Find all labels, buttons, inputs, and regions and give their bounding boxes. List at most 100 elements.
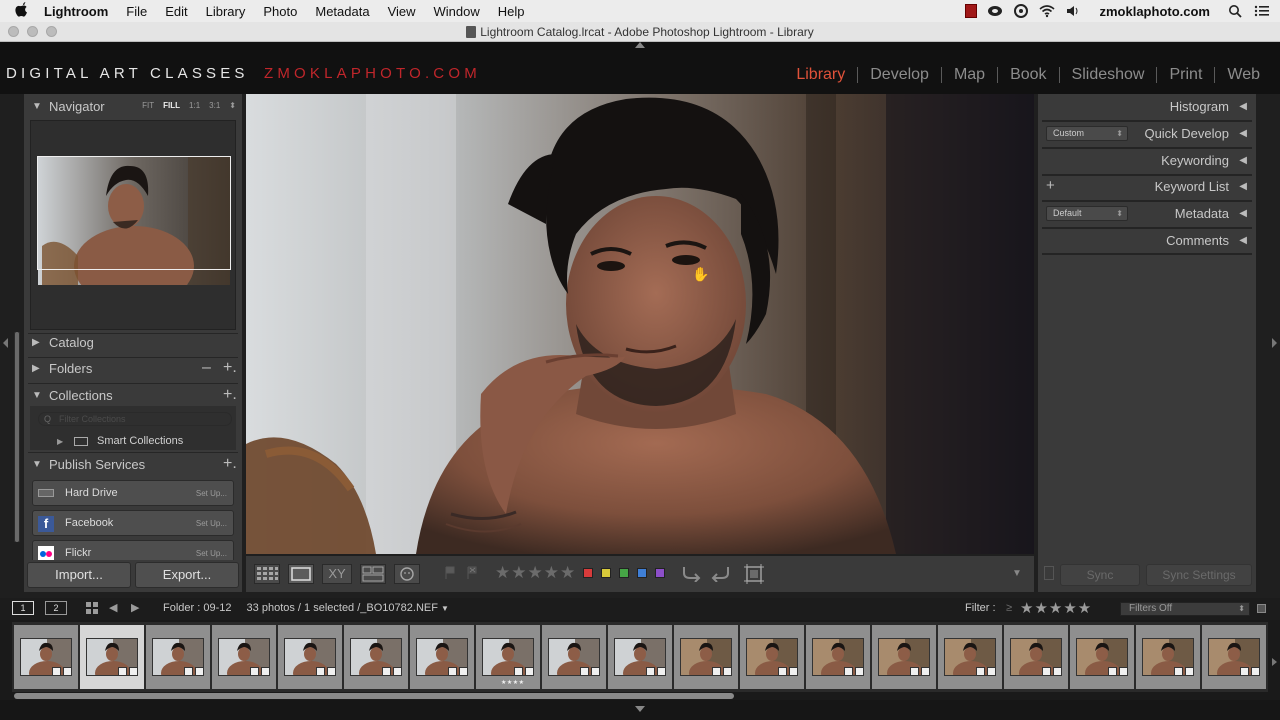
loupe-view-icon[interactable]: [288, 564, 314, 584]
zoom-1-1[interactable]: 1:1: [189, 101, 200, 110]
filmstrip-thumbnail[interactable]: [80, 625, 144, 689]
rotate-right-icon[interactable]: [710, 564, 730, 582]
color-label-blue[interactable]: [637, 568, 647, 578]
crop-overlay-icon[interactable]: [744, 564, 764, 584]
module-web[interactable]: Web: [1215, 66, 1272, 84]
keywording-header[interactable]: Keywording ◀: [1038, 148, 1256, 174]
main-photo[interactable]: [246, 94, 1034, 554]
filter-collections-input[interactable]: Q Filter Collections: [38, 412, 232, 426]
filmstrip-thumbnail[interactable]: [212, 625, 276, 689]
publish-setup-link[interactable]: Set Up...: [196, 549, 227, 558]
next-photo-icon[interactable]: ▶: [131, 601, 139, 614]
filmstrip-thumbnail[interactable]: [1070, 625, 1134, 689]
export-button[interactable]: Export...: [135, 562, 239, 588]
primary-monitor-button[interactable]: 1: [12, 601, 34, 615]
rotate-left-icon[interactable]: [682, 564, 702, 582]
previous-photo-icon[interactable]: ◀: [109, 601, 117, 614]
secondary-monitor-button[interactable]: 2: [45, 601, 67, 615]
grid-view-icon[interactable]: [254, 564, 280, 584]
sync-toggle-switch[interactable]: [1044, 566, 1054, 580]
grid-view-icon[interactable]: [86, 602, 99, 618]
quick-develop-preset-select[interactable]: Custom ⬍: [1046, 126, 1128, 141]
left-panel-toggle-icon[interactable]: [3, 338, 8, 348]
zoom-stepper-icon[interactable]: ⬍: [229, 101, 236, 110]
filmstrip-thumbnail[interactable]: [872, 625, 936, 689]
folders-header[interactable]: ▶ Folders – +.: [24, 356, 242, 382]
record-icon[interactable]: [965, 4, 978, 18]
filmstrip-thumbnail[interactable]: [740, 625, 804, 689]
spotlight-search-icon[interactable]: [1228, 4, 1244, 18]
filmstrip-thumbnail[interactable]: [608, 625, 672, 689]
menu-library[interactable]: Library: [197, 4, 255, 19]
filmstrip-thumbnail[interactable]: [1004, 625, 1068, 689]
module-book[interactable]: Book: [998, 66, 1058, 84]
right-panel-toggle-icon[interactable]: [1272, 338, 1277, 348]
filmstrip-thumbnail[interactable]: [1202, 625, 1266, 689]
publish-service-hard-drive[interactable]: Hard Drive Set Up...: [32, 480, 234, 506]
menu-file[interactable]: File: [117, 4, 156, 19]
module-develop[interactable]: Develop: [858, 66, 941, 84]
compare-view-icon[interactable]: XY: [322, 564, 352, 584]
filmstrip-thumbnail[interactable]: [1136, 625, 1200, 689]
left-panel-scrollbar[interactable]: [14, 332, 20, 542]
navigator-view-frame[interactable]: [37, 156, 231, 270]
notification-center-icon[interactable]: [1254, 4, 1270, 18]
sync-settings-button[interactable]: Sync Settings: [1146, 564, 1252, 586]
zoom-3-1[interactable]: 3:1: [209, 101, 220, 110]
people-view-icon[interactable]: [394, 564, 420, 584]
filmstrip-thumbnail[interactable]: [410, 625, 474, 689]
flag-reject-icon[interactable]: [466, 566, 478, 580]
quick-develop-header[interactable]: Custom ⬍ Quick Develop ◀: [1038, 121, 1256, 147]
volume-icon[interactable]: [1065, 4, 1081, 18]
filmstrip-thumbnail[interactable]: [146, 625, 210, 689]
filter-lock-icon[interactable]: [1257, 604, 1266, 613]
color-label-yellow[interactable]: [601, 568, 611, 578]
menu-site-name[interactable]: zmoklaphoto.com: [1091, 4, 1218, 19]
filmstrip-thumbnail[interactable]: [542, 625, 606, 689]
add-publish-service-button[interactable]: +.: [223, 455, 237, 473]
sync-button[interactable]: Sync: [1060, 564, 1140, 586]
menu-metadata[interactable]: Metadata: [306, 4, 378, 19]
publish-service-facebook[interactable]: f Facebook Set Up...: [32, 510, 234, 536]
loupe-view[interactable]: ✋: [246, 94, 1034, 554]
top-panel-toggle-icon[interactable]: [635, 42, 645, 48]
zoom-fit[interactable]: FIT: [142, 101, 154, 110]
color-label-green[interactable]: [619, 568, 629, 578]
add-keyword-button[interactable]: +: [1046, 177, 1055, 194]
comments-header[interactable]: Comments ◀: [1038, 228, 1256, 254]
catalog-header[interactable]: ▶ Catalog: [24, 330, 242, 356]
module-slideshow[interactable]: Slideshow: [1060, 66, 1157, 84]
menu-app-name[interactable]: Lightroom: [42, 4, 117, 19]
metadata-preset-select[interactable]: Default ⬍: [1046, 206, 1128, 221]
apple-icon[interactable]: [0, 1, 42, 21]
filmstrip-scrollbar[interactable]: [14, 693, 734, 699]
add-collection-button[interactable]: +.: [223, 386, 237, 404]
menu-photo[interactable]: Photo: [254, 4, 306, 19]
navigator-header[interactable]: ▼ Navigator FIT FILL 1:1 3:1 ⬍: [24, 94, 242, 120]
filmstrip-thumbnail[interactable]: [806, 625, 870, 689]
add-folder-button[interactable]: +.: [223, 359, 237, 377]
publish-setup-link[interactable]: Set Up...: [196, 519, 227, 528]
creative-cloud-icon[interactable]: [1013, 4, 1029, 18]
zoom-fill[interactable]: FILL: [163, 101, 180, 110]
module-print[interactable]: Print: [1157, 66, 1214, 84]
menu-edit[interactable]: Edit: [156, 4, 196, 19]
histogram-header[interactable]: Histogram ◀: [1038, 94, 1256, 120]
keyword-list-header[interactable]: + Keyword List ◀: [1038, 174, 1256, 200]
filmstrip-thumbnail[interactable]: [14, 625, 78, 689]
menu-window[interactable]: Window: [425, 4, 489, 19]
flag-pick-icon[interactable]: [444, 566, 456, 580]
import-button[interactable]: Import...: [27, 562, 131, 588]
filmstrip-thumbnail[interactable]: [278, 625, 342, 689]
module-library[interactable]: Library: [784, 66, 857, 84]
filmstrip-thumbnail[interactable]: [344, 625, 408, 689]
color-label-red[interactable]: [583, 568, 593, 578]
metadata-header[interactable]: Default ⬍ Metadata ◀: [1038, 201, 1256, 227]
menu-view[interactable]: View: [379, 4, 425, 19]
module-map[interactable]: Map: [942, 66, 997, 84]
star-rating[interactable]: ★★★★★: [495, 563, 576, 583]
filmstrip-thumbnail[interactable]: [938, 625, 1002, 689]
color-label-purple[interactable]: [655, 568, 665, 578]
filter-star-rating[interactable]: ★★★★★: [1020, 599, 1092, 617]
filmstrip-scroll-right-icon[interactable]: [1272, 658, 1277, 666]
